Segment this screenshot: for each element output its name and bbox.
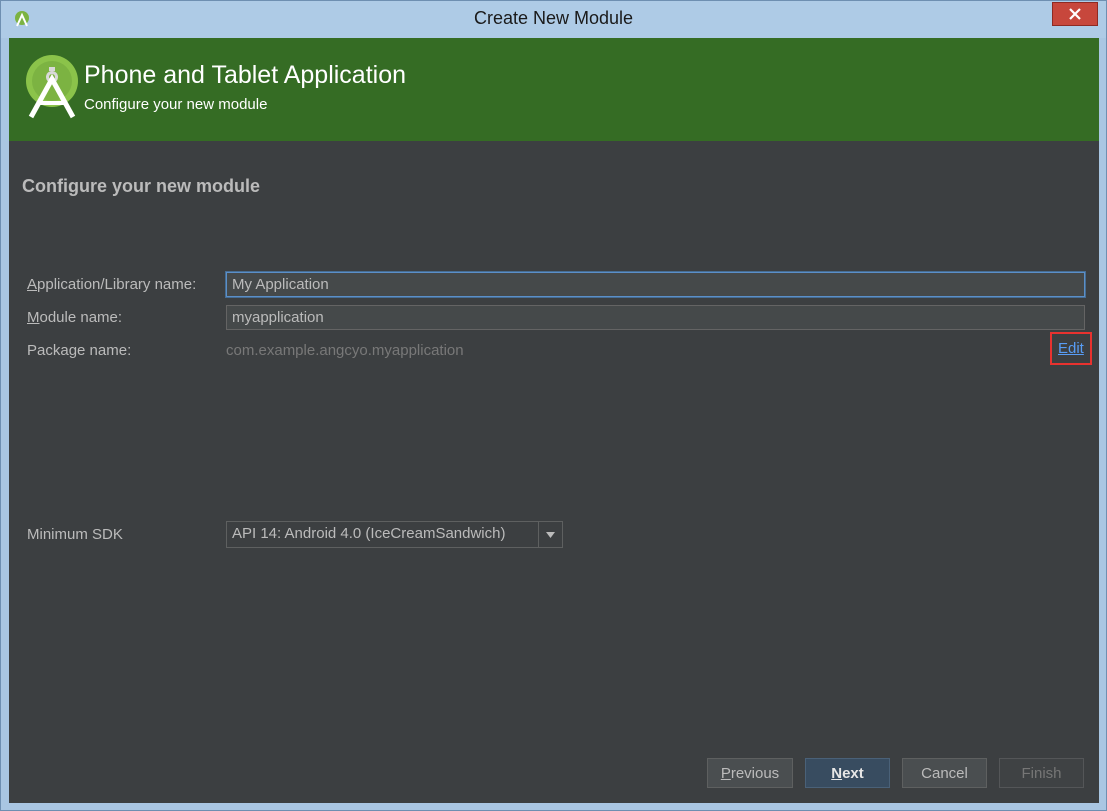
next-button[interactable]: Next (805, 758, 890, 788)
module-name-input[interactable]: myapplication (226, 305, 1085, 330)
module-name-label-text: odule name: (39, 309, 123, 326)
mnemonic-m: M (27, 309, 40, 326)
dialog-window: Create New Module Phone and Tablet Appli… (0, 0, 1107, 811)
app-name-input[interactable]: My Application (226, 272, 1085, 297)
finish-button[interactable]: Finish (999, 758, 1084, 788)
module-name-label: Module name: (27, 309, 122, 326)
mnemonic-p: P (720, 764, 731, 782)
dialog-content: Phone and Tablet Application Configure y… (9, 38, 1099, 803)
close-icon (1069, 8, 1081, 20)
dropdown-arrow-icon[interactable] (538, 522, 562, 547)
min-sdk-label: Minimum SDK (27, 526, 123, 543)
app-name-label: Application/Library name: (27, 276, 196, 293)
edit-package-link[interactable]: Edit (1058, 340, 1084, 357)
section-title: Configure your new module (22, 176, 261, 196)
wizard-header: Phone and Tablet Application Configure y… (9, 38, 1099, 141)
android-studio-logo-icon (26, 55, 78, 119)
package-name-label: Package name: (27, 342, 132, 359)
close-button[interactable] (1052, 2, 1098, 26)
package-name-value: com.example.angcyo.myapplication (226, 342, 464, 359)
app-name-label-text: pplication/Library name: (37, 276, 197, 293)
mnemonic-a: A (27, 276, 38, 293)
previous-button[interactable]: Previous (707, 758, 793, 788)
header-subtitle: Configure your new module (84, 96, 268, 113)
previous-button-text: revious (730, 764, 780, 782)
header-title: Phone and Tablet Application (84, 61, 407, 89)
mnemonic-n: N (831, 764, 843, 782)
cancel-button[interactable]: Cancel (902, 758, 987, 788)
title-bar[interactable]: Create New Module (1, 1, 1106, 38)
window-title: Create New Module (473, 8, 634, 28)
min-sdk-select[interactable]: API 14: Android 4.0 (IceCreamSandwich) (226, 521, 563, 548)
next-button-text: ext (842, 764, 864, 782)
min-sdk-value: API 14: Android 4.0 (IceCreamSandwich) (232, 525, 506, 542)
